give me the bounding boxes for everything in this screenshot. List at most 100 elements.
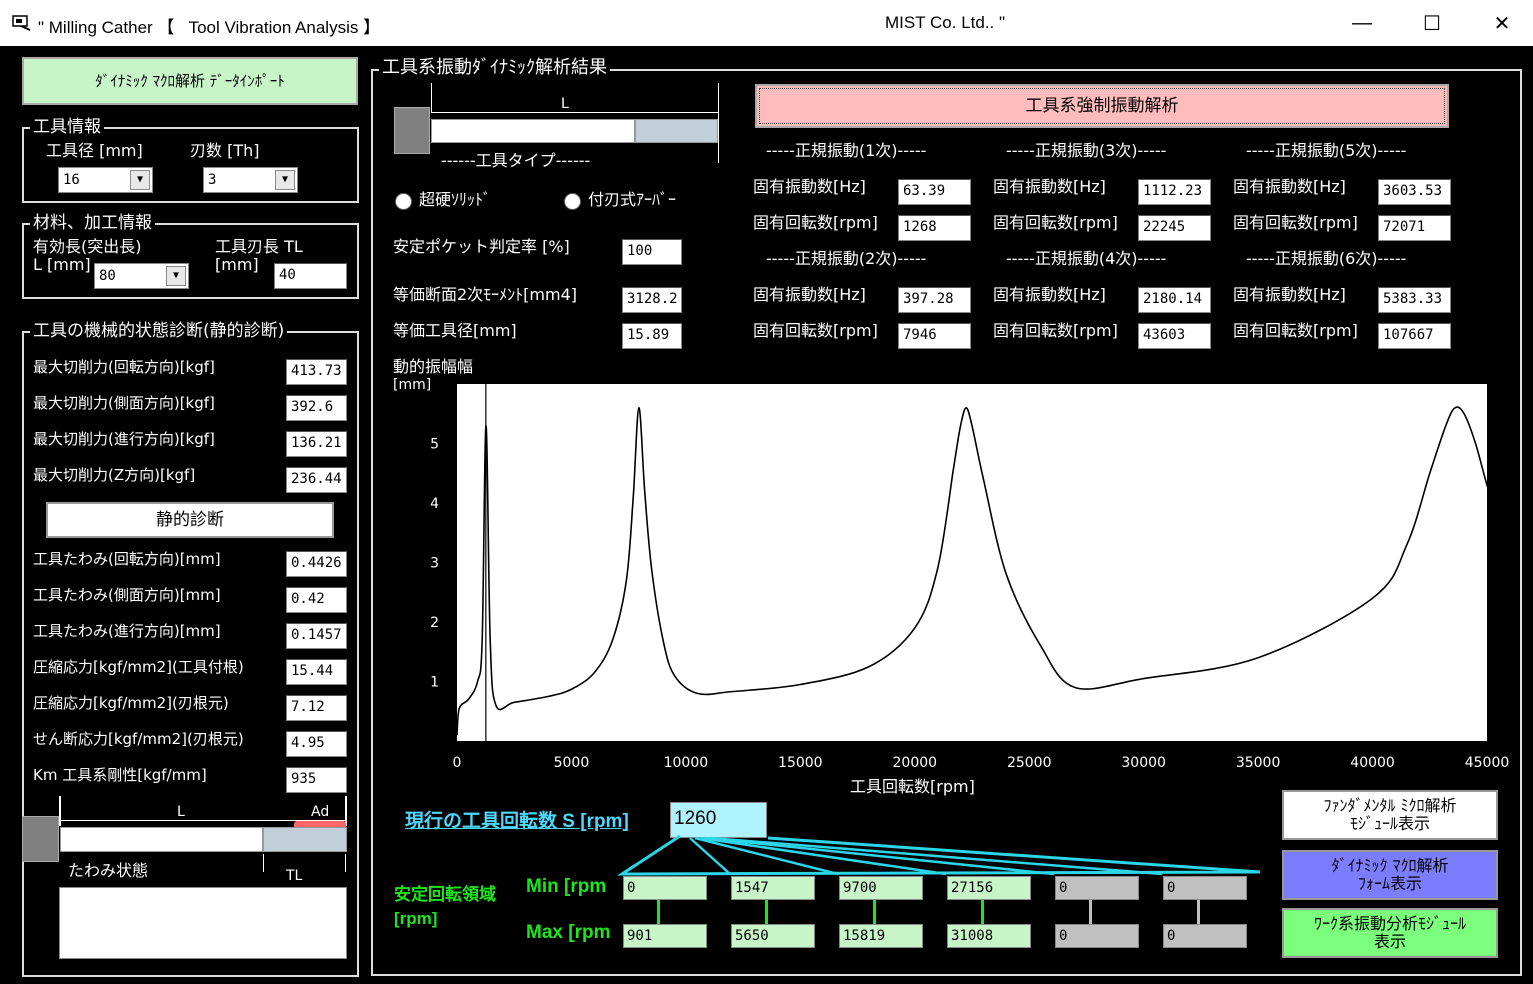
x-tick-label: 20000 xyxy=(893,755,938,771)
range-max-value: 15819 xyxy=(839,924,923,948)
effective-length-select[interactable]: 80 ▼ xyxy=(94,263,189,289)
mode-rpm-value: 72071 xyxy=(1378,215,1451,241)
micro-analysis-button[interactable]: ﾌｧﾝﾀﾞﾒﾝﾀﾙ ﾐｸﾛ解析 ﾓｼﾞｭｰﾙ表示 xyxy=(1282,790,1498,840)
equiv-diameter-label: 等価工具径[mm] xyxy=(393,321,517,340)
chevron-down-icon[interactable]: ▼ xyxy=(275,170,295,190)
chart-y-label: 動的振幅幅 xyxy=(393,357,474,376)
close-icon[interactable]: ✕ xyxy=(1467,0,1533,46)
result-value: 15.44 xyxy=(286,659,347,685)
static-frame xyxy=(22,331,359,977)
mode-rpm-value: 107667 xyxy=(1378,323,1451,349)
moment-value: 3128.2 xyxy=(622,287,682,313)
freq-label: 固有振動数[Hz] xyxy=(993,177,1106,196)
chevron-down-icon[interactable]: ▼ xyxy=(130,170,150,190)
effective-length-value: 80 xyxy=(99,268,116,284)
result-value: 0.42 xyxy=(286,587,347,613)
freq-label: 固有振動数[Hz] xyxy=(753,177,866,196)
stable-range-label: 安定回転領域 xyxy=(394,885,496,904)
mode-rpm-value: 7946 xyxy=(898,323,971,349)
range-min-value: 1547 xyxy=(731,876,815,900)
amplitude-chart: 1 2 3 4 5 0 5000 10000 15000 20000 25000 30000 3500… xyxy=(430,384,1510,771)
tool-holder-shape xyxy=(394,107,430,154)
mode-header: -----正規振動(2次)----- xyxy=(766,249,927,268)
teeth-count-select[interactable]: 3 ▼ xyxy=(203,167,298,193)
rpm-label: 固有回転数[rpm] xyxy=(1233,213,1358,232)
max-label: Max [rpm xyxy=(526,922,611,943)
tool-info-title: 工具情報 xyxy=(30,117,104,137)
rpm-label: 固有回転数[rpm] xyxy=(753,321,878,340)
window-title: " Milling Cather 【 Tool Vibration Analys… xyxy=(38,18,381,37)
mode-rpm-value: 43603 xyxy=(1138,323,1211,349)
x-tick-label: 15000 xyxy=(778,755,823,771)
teeth-count-value: 3 xyxy=(208,172,217,188)
x-tick-label: 5000 xyxy=(554,755,590,771)
diagram-TL-label: TL xyxy=(286,868,303,884)
range-connector xyxy=(1089,900,1092,924)
tool-diameter-select[interactable]: 16 ▼ xyxy=(58,167,153,193)
diagram-tick xyxy=(345,854,346,872)
mode-freq-value: 63.39 xyxy=(898,179,971,205)
y-tick-label: 4 xyxy=(430,496,439,512)
diagram-dim-line xyxy=(432,112,718,113)
x-tick-label: 45000 xyxy=(1465,755,1510,771)
mode-rpm-value: 22245 xyxy=(1138,215,1211,241)
result-label: 工具たわみ(進行方向)[mm] xyxy=(33,622,221,640)
pocket-input[interactable]: 100 xyxy=(622,239,682,265)
y-tick-label: 2 xyxy=(430,615,439,631)
tool-diameter-value: 16 xyxy=(63,172,80,188)
mode-header: -----正規振動(6次)----- xyxy=(1246,249,1407,268)
diagram-L-label: L xyxy=(177,804,185,820)
tool-type-label: ------工具タイプ------ xyxy=(441,151,591,170)
result-label: せん断応力[kgf/mm2](刃根元) xyxy=(33,730,244,748)
effective-length-label: 有効長(突出長) xyxy=(33,237,142,256)
chart-x-label: 工具回転数[rpm] xyxy=(850,777,975,796)
diagram-tick xyxy=(263,854,264,872)
freq-label: 固有振動数[Hz] xyxy=(1233,285,1346,304)
rpm-label: 固有回転数[rpm] xyxy=(993,213,1118,232)
maximize-icon[interactable]: ☐ xyxy=(1397,0,1467,46)
tool-shank-shape xyxy=(431,119,635,143)
force-label: 最大切削力(Z方向)[kgf] xyxy=(33,466,196,484)
diagram-tick xyxy=(718,83,719,163)
teeth-count-label: 刃数 [Th] xyxy=(190,141,260,160)
range-min-value: 0 xyxy=(1163,876,1247,900)
deflection-state-label: たわみ状態 xyxy=(68,861,149,880)
diagram-Ad-label: Ad xyxy=(311,804,330,820)
x-tick-label: 0 xyxy=(453,755,462,771)
work-vibration-button[interactable]: ﾜｰｸ系振動分析ﾓｼﾞｭｰﾙ 表示 xyxy=(1282,908,1498,958)
freq-label: 固有振動数[Hz] xyxy=(993,285,1106,304)
effective-length-unit: L [mm] xyxy=(33,255,91,274)
result-label: 工具たわみ(側面方向)[mm] xyxy=(33,586,221,604)
current-speed-label: 現行の工具回転数 S [rpm] xyxy=(405,811,629,832)
force-value: 136.21 xyxy=(286,431,347,457)
mode-header: -----正規振動(1次)----- xyxy=(766,141,927,160)
x-tick-label: 40000 xyxy=(1350,755,1395,771)
minimize-icon[interactable]: — xyxy=(1327,0,1397,46)
diagram-tick xyxy=(431,83,432,113)
radio-solid[interactable] xyxy=(395,193,412,210)
blade-length-input[interactable]: 40 xyxy=(274,263,347,289)
forced-vibration-button[interactable]: 工具系強制振動解析 xyxy=(755,84,1449,128)
result-value: 935 xyxy=(286,767,347,793)
data-import-button[interactable]: ﾀﾞｲﾅﾐｯｸ ﾏｸﾛ解析 ﾃﾞｰﾀｲﾝﾎﾟｰﾄ xyxy=(22,57,358,105)
rpm-label: 固有回転数[rpm] xyxy=(993,321,1118,340)
mode-freq-value: 1112.23 xyxy=(1138,179,1211,205)
radio-arbor[interactable] xyxy=(564,193,581,210)
macro-analysis-button[interactable]: ﾀﾞｲﾅﾐｯｸ ﾏｸﾛ解析 ﾌｫｰﾑ表示 xyxy=(1282,850,1498,900)
mode-header: -----正規振動(3次)----- xyxy=(1006,141,1167,160)
x-tick-label: 30000 xyxy=(1121,755,1166,771)
chevron-down-icon[interactable]: ▼ xyxy=(166,266,186,286)
range-connector xyxy=(981,900,984,924)
y-tick-label: 3 xyxy=(430,556,439,572)
mode-freq-value: 2180.14 xyxy=(1138,287,1211,313)
stable-range-unit: [rpm] xyxy=(394,909,438,928)
diagram-tick xyxy=(59,796,61,826)
tool-blade-shape xyxy=(263,827,347,852)
static-diagnosis-button[interactable]: 静的診断 xyxy=(46,502,334,538)
range-min-value: 9700 xyxy=(839,876,923,900)
y-tick-label: 1 xyxy=(430,675,439,691)
force-value: 413.73 xyxy=(286,359,347,385)
mode-freq-value: 397.28 xyxy=(898,287,971,313)
tool-diameter-label: 工具径 [mm] xyxy=(46,141,143,160)
result-label: 圧縮応力[kgf/mm2](刃根元) xyxy=(33,694,229,712)
